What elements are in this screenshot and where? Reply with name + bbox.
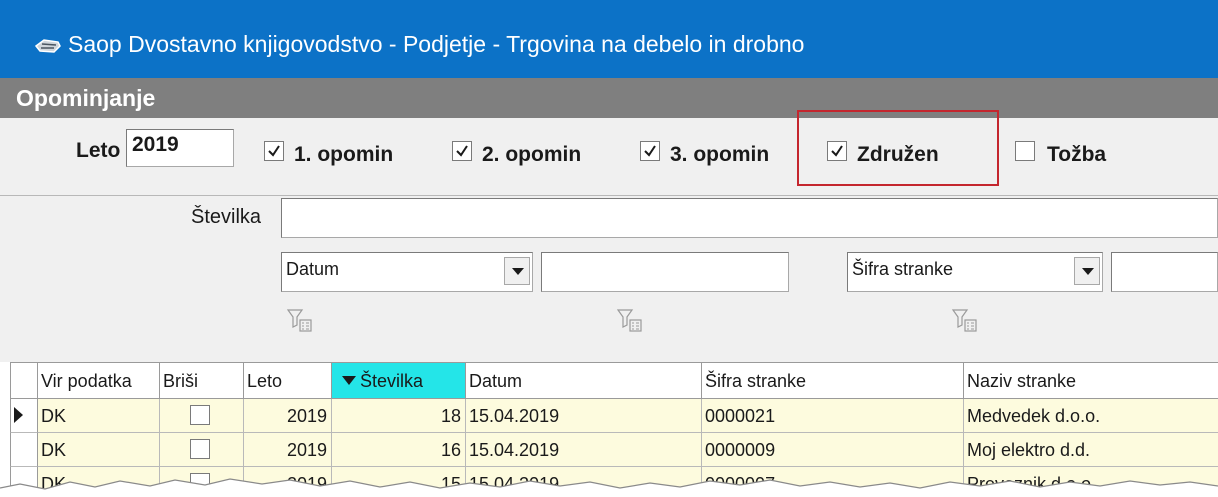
column-header-brisi[interactable]: Briši: [160, 362, 244, 399]
row-indicator-header: [10, 362, 38, 399]
chevron-down-icon: [512, 268, 524, 275]
cell-leto[interactable]: 2019: [244, 399, 332, 433]
app-logo-icon: [34, 39, 61, 53]
checkmark-icon: [644, 145, 656, 157]
row-indicator[interactable]: [10, 433, 38, 467]
checkbox-1-opomin-label: 1. opomin: [294, 143, 394, 166]
year-label: Leto: [76, 139, 121, 162]
window-titlebar: Saop Dvostavno knjigovodstvo - Podjetje …: [0, 0, 1218, 78]
filter-field-select-1[interactable]: Datum: [281, 252, 533, 292]
filter-value-input-1[interactable]: [541, 252, 789, 292]
column-header-datum[interactable]: Datum: [466, 362, 702, 399]
delete-checkbox[interactable]: [190, 439, 210, 459]
torn-edge-decoration: [0, 478, 1218, 497]
cell-vir-podatka[interactable]: DK: [38, 433, 160, 467]
funnel-filter-icon[interactable]: [287, 308, 313, 334]
cell-datum[interactable]: 15.04.2019: [466, 399, 702, 433]
checkbox-2-opomin-label: 2. opomin: [482, 143, 582, 166]
cell-datum[interactable]: 15.04.2019: [466, 433, 702, 467]
funnel-filter-icon[interactable]: [617, 308, 643, 334]
highlight-box: [797, 110, 999, 186]
checkbox-2-opomin[interactable]: [452, 141, 472, 161]
cell-naziv-stranke[interactable]: Moj elektro d.d.: [964, 433, 1218, 467]
checkbox-3-opomin[interactable]: [640, 141, 660, 161]
cell-brisi[interactable]: [160, 399, 244, 433]
checkmark-icon: [268, 145, 280, 157]
cell-leto[interactable]: 2019: [244, 433, 332, 467]
cell-brisi[interactable]: [160, 433, 244, 467]
cell-sifra-stranke[interactable]: 0000021: [702, 399, 964, 433]
checkbox-tozba[interactable]: [1015, 141, 1035, 161]
column-header-sifra-stranke[interactable]: Šifra stranke: [702, 362, 964, 399]
funnel-filter-icon[interactable]: [952, 308, 978, 334]
chevron-down-icon: [1082, 268, 1094, 275]
column-header-stevilka-label: Številka: [360, 371, 424, 391]
filter-field-select-2[interactable]: Šifra stranke: [847, 252, 1103, 292]
cell-sifra-stranke[interactable]: 0000009: [702, 433, 964, 467]
section-title: Opominjanje: [16, 85, 156, 111]
checkbox-tozba-label: Tožba: [1047, 143, 1107, 166]
filter-field-select-1-value: Datum: [286, 259, 340, 279]
current-row-arrow-icon: [14, 407, 23, 423]
number-filter-input[interactable]: [281, 198, 1218, 238]
cell-naziv-stranke[interactable]: Medvedek d.o.o.: [964, 399, 1218, 433]
filter-value-input-2[interactable]: [1111, 252, 1218, 292]
checkbox-1-opomin[interactable]: [264, 141, 284, 161]
checkmark-icon: [456, 145, 468, 157]
cell-vir-podatka[interactable]: DK: [38, 399, 160, 433]
cell-stevilka[interactable]: 16: [332, 433, 466, 467]
sort-descending-icon: [342, 376, 356, 385]
cell-stevilka[interactable]: 18: [332, 399, 466, 433]
column-header-stevilka[interactable]: Številka: [332, 362, 466, 399]
window-title: Saop Dvostavno knjigovodstvo - Podjetje …: [68, 31, 805, 57]
column-header-vir-podatka[interactable]: Vir podatka: [38, 362, 160, 399]
delete-checkbox[interactable]: [190, 405, 210, 425]
row-indicator[interactable]: [10, 399, 38, 433]
year-input[interactable]: 2019: [126, 129, 234, 167]
filter-field-select-2-value: Šifra stranke: [852, 259, 954, 279]
number-filter-label: Številka: [191, 206, 262, 228]
dropdown-button[interactable]: [1074, 257, 1100, 285]
dropdown-button[interactable]: [504, 257, 530, 285]
column-header-leto[interactable]: Leto: [244, 362, 332, 399]
column-header-naziv-stranke[interactable]: Naziv stranke: [964, 362, 1218, 399]
section-header: Opominjanje: [0, 78, 1218, 118]
checkbox-3-opomin-label: 3. opomin: [670, 143, 770, 166]
